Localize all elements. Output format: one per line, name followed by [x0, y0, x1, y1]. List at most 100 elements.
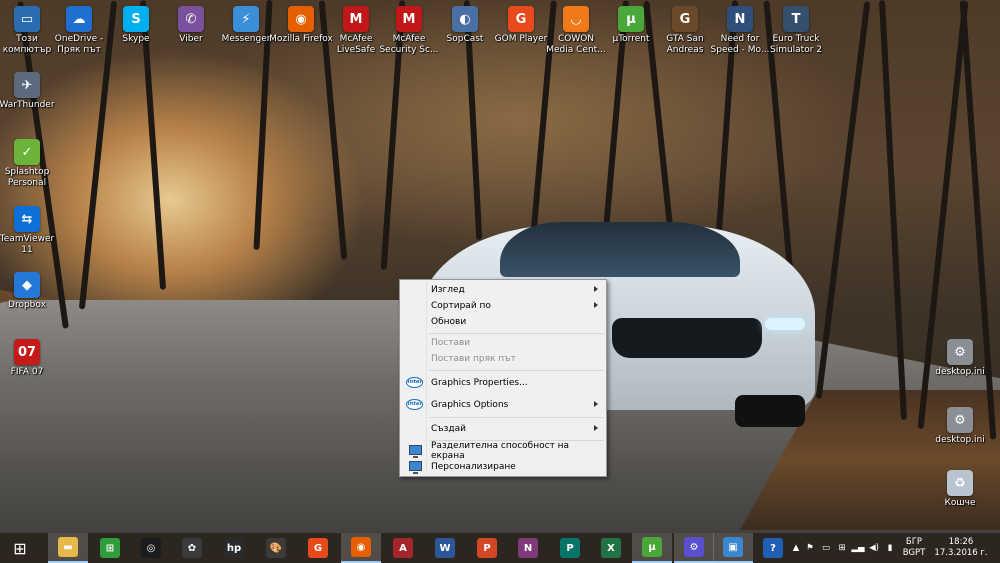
desktop-icon-label: desktop.ini — [935, 435, 985, 445]
desktop-icon[interactable]: ✈ WarThunder — [0, 72, 59, 111]
skype-icon: S — [123, 6, 149, 32]
taskbar-file-explorer[interactable]: ▬ — [48, 533, 88, 563]
display-icon[interactable]: ▭ — [818, 543, 834, 554]
battery-icon[interactable]: ▮ — [882, 543, 898, 554]
intel-icon: intel — [406, 377, 423, 388]
taskbar-photos-app[interactable]: ✿ — [172, 533, 212, 563]
menu-item-paste[interactable]: Постави — [402, 335, 604, 351]
taskbar: ⊞ ▬ ⊞ ◎ ✿ hp 🎨 G ◉ A W P N P Xµ ⚙ ▣? ▲ ⚑ ▭ ⊞ ▂▄ ◀) ▮ БГР… — [0, 533, 1000, 563]
gom-icon: G — [508, 6, 534, 32]
menu-item-sort-by[interactable]: Сортирай по — [402, 298, 604, 314]
recycle-bin-icon: ♻ — [947, 470, 973, 496]
menu-item-graphics-properties[interactable]: intel Graphics Properties... — [402, 375, 604, 391]
action-center-flag-icon[interactable]: ⚑ — [802, 543, 818, 554]
clock[interactable]: 18:26 17.3.2016 г. — [930, 537, 992, 559]
gta-icon: G — [672, 6, 698, 32]
nfs-icon: N — [727, 6, 753, 32]
firefox-icon: ◉ — [351, 537, 371, 557]
taskbar-help[interactable]: ? — [753, 533, 793, 563]
wifi-signal-icon[interactable]: ▂▄ — [850, 543, 866, 554]
taskbar-utorrent[interactable]: µ — [632, 533, 672, 563]
desktop-icon-label: desktop.ini — [935, 367, 985, 377]
desktop-icon[interactable]: ♻ Кошче — [928, 470, 992, 509]
wallpaper-car-window — [500, 222, 740, 277]
onenote-icon: N — [518, 538, 538, 558]
taskbar-hp[interactable]: hp — [214, 533, 254, 563]
desktop-icon[interactable]: ◆ Dropbox — [0, 272, 59, 311]
windows-logo-icon: ⊞ — [13, 538, 27, 558]
viber-icon: ✆ — [178, 6, 204, 32]
taskbar-onenote[interactable]: N — [508, 533, 548, 563]
fifa-icon: 07 — [14, 339, 40, 365]
splashtop-icon: ✓ — [14, 139, 40, 165]
paint-icon: 🎨 — [266, 538, 286, 558]
taskbar-remote-desktop[interactable]: ▣ — [713, 533, 753, 563]
menu-item-new[interactable]: Създай — [402, 421, 604, 437]
menu-separator — [429, 370, 604, 371]
taskbar-publisher[interactable]: P — [550, 533, 590, 563]
keyboard-layout: BGPT — [902, 548, 926, 558]
menu-item-view-label: Изглед — [431, 285, 465, 295]
intel-icon: intel — [406, 399, 423, 410]
monitor-icon — [409, 445, 422, 458]
menu-item-personalize[interactable]: Персонализиране — [402, 459, 604, 475]
windows-icon[interactable]: ⊞ — [834, 543, 850, 554]
computer-icon: ▭ — [14, 6, 40, 32]
taskbar-firefox[interactable]: ◉ — [341, 533, 381, 563]
desktop-icon[interactable]: ☁ OneDrive - Пряк път — [47, 6, 111, 55]
desktop-icon[interactable]: ⚙ desktop.ini — [928, 339, 992, 378]
personalize-icon — [409, 461, 422, 474]
photos-icon: ✿ — [182, 538, 202, 558]
menu-item-graphics-options[interactable]: intel Graphics Options — [402, 397, 604, 413]
taskbar-store[interactable]: ⊞ — [90, 533, 130, 563]
desktop-icon-label: FIFA 07 — [10, 367, 44, 377]
desktop-icon[interactable]: ✓ Splashtop Personal — [0, 139, 59, 188]
menu-item-paste-shortcut[interactable]: Постави пряк път — [402, 351, 604, 367]
menu-item-screen-resolution[interactable]: Разделителна способност на екрана — [402, 441, 604, 461]
taskbar-start-button[interactable]: ⊞ — [0, 533, 40, 563]
wallpaper-car-grille — [612, 318, 762, 358]
submenu-arrow-icon — [594, 401, 598, 407]
desktop-icon[interactable]: ◐ SopCast — [433, 6, 497, 45]
system-tray: ▲ ⚑ ▭ ⊞ ▂▄ ◀) ▮ БГР BGPT 18:26 17.3.2016… — [790, 533, 992, 563]
utorrent-icon: µ — [618, 6, 644, 32]
menu-item-new-label: Създай — [431, 424, 467, 434]
wallpaper-car-wheel — [735, 395, 805, 427]
desktop-icon-label: Dropbox — [8, 300, 46, 310]
warthunder-icon: ✈ — [14, 72, 40, 98]
taskbar-powerpoint[interactable]: P — [467, 533, 507, 563]
show-hidden-icons-chevron-icon[interactable]: ▲ — [790, 543, 802, 554]
taskbar-paint[interactable]: 🎨 — [256, 533, 296, 563]
taskbar-camera[interactable]: ◎ — [131, 533, 171, 563]
desktop-icon[interactable]: N Need for Speed - Mo... — [708, 6, 772, 55]
wallpaper-car-headlight — [765, 318, 805, 330]
taskbar-settings[interactable]: ⚙ — [674, 533, 714, 563]
clock-date: 17.3.2016 г. — [934, 548, 988, 558]
taskbar-excel[interactable]: X — [591, 533, 631, 563]
desktop-icon[interactable]: M McAfee Security Sc... — [377, 6, 441, 55]
taskbar-access[interactable]: A — [383, 533, 423, 563]
submenu-arrow-icon — [594, 425, 598, 431]
desktop-icon[interactable]: T Euro Truck Simulator 2 — [764, 6, 828, 55]
desktop-icon[interactable]: 07 FIFA 07 — [0, 339, 59, 378]
taskbar-gom-player[interactable]: G — [298, 533, 338, 563]
taskbar-word[interactable]: W — [425, 533, 465, 563]
teamviewer-icon: ⇆ — [14, 206, 40, 232]
desktop-icon-label: Euro Truck Simulator 2 — [769, 34, 823, 55]
gom-icon: G — [308, 538, 328, 558]
hp-icon: hp — [224, 538, 244, 558]
help-icon: ? — [763, 538, 783, 558]
desktop-icon[interactable]: ⚙ desktop.ini — [928, 407, 992, 446]
word-icon: W — [435, 538, 455, 558]
volume-icon[interactable]: ◀) — [866, 543, 882, 554]
menu-item-paste-label: Постави — [431, 338, 471, 348]
desktop-icon-label: Кошче — [944, 498, 976, 508]
camera-icon: ◎ — [141, 538, 161, 558]
menu-separator — [429, 417, 604, 418]
desktop-icon[interactable]: ⇆ TeamViewer 11 — [0, 206, 59, 255]
menu-item-view[interactable]: Изглед — [402, 282, 604, 298]
mcafee-icon: M — [343, 6, 369, 32]
input-language-indicator[interactable]: БГР BGPT — [898, 537, 930, 559]
menu-item-refresh[interactable]: Обнови — [402, 314, 604, 330]
menu-item-sort-by-label: Сортирай по — [431, 301, 491, 311]
